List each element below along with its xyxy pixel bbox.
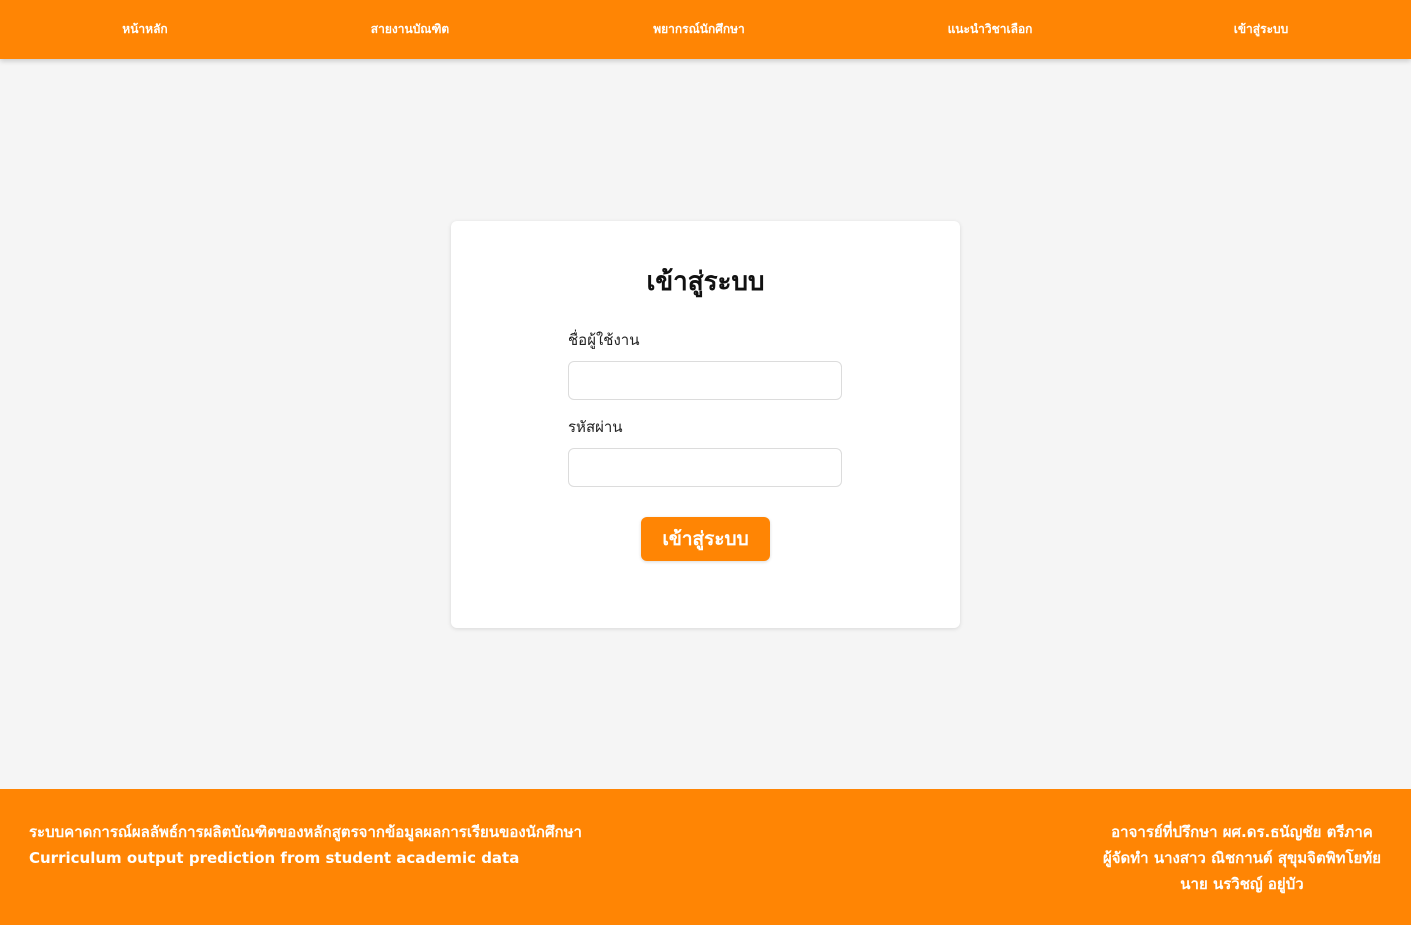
nav-item-student-prediction[interactable]: พยากรณ์นักศึกษา	[653, 0, 745, 59]
top-navbar: หน้าหลัก สายงานบัณฑิต พยากรณ์นักศึกษา แน…	[0, 0, 1411, 59]
nav-item-graduate-careers[interactable]: สายงานบัณฑิต	[371, 0, 449, 59]
footer-title-thai: ระบบคาดการณ์ผลลัพธ์การผลิตบัณฑิตของหลักส…	[29, 823, 582, 841]
footer-author-1: ผู้จัดทำ นางสาว ณิชกานต์ สุขุมจิตพิทโยทั…	[1102, 849, 1381, 867]
nav-item-login[interactable]: เข้าสู่ระบบ	[1234, 0, 1289, 59]
footer-author-2: นาย นรวิชญ์ อยู่บัว	[1180, 875, 1304, 893]
footer-project-title: ระบบคาดการณ์ผลลัพธ์การผลิตบัณฑิตของหลักส…	[29, 819, 582, 871]
login-title: เข้าสู่ระบบ	[646, 267, 765, 297]
password-input[interactable]	[568, 448, 842, 487]
footer-credits: อาจารย์ที่ปรึกษา ผศ.ดร.ธนัญชัย ตรีภาค ผู…	[1103, 819, 1381, 897]
login-submit-button[interactable]: เข้าสู่ระบบ	[641, 517, 770, 561]
username-label: ชื่อผู้ใช้งาน	[568, 331, 640, 349]
main-content: เข้าสู่ระบบ ชื่อผู้ใช้งาน รหัสผ่าน เข้าส…	[0, 59, 1411, 789]
username-input[interactable]	[568, 361, 842, 400]
footer-title-english: Curriculum output prediction from studen…	[29, 849, 520, 867]
nav-item-home[interactable]: หน้าหลัก	[122, 0, 167, 59]
footer-advisor: อาจารย์ที่ปรึกษา ผศ.ดร.ธนัญชัย ตรีภาค	[1111, 823, 1373, 841]
password-label: รหัสผ่าน	[568, 418, 623, 436]
nav-item-elective-recommendation[interactable]: แนะนำวิชาเลือก	[948, 0, 1033, 59]
login-card: เข้าสู่ระบบ ชื่อผู้ใช้งาน รหัสผ่าน เข้าส…	[451, 221, 960, 628]
footer: ระบบคาดการณ์ผลลัพธ์การผลิตบัณฑิตของหลักส…	[0, 789, 1411, 925]
